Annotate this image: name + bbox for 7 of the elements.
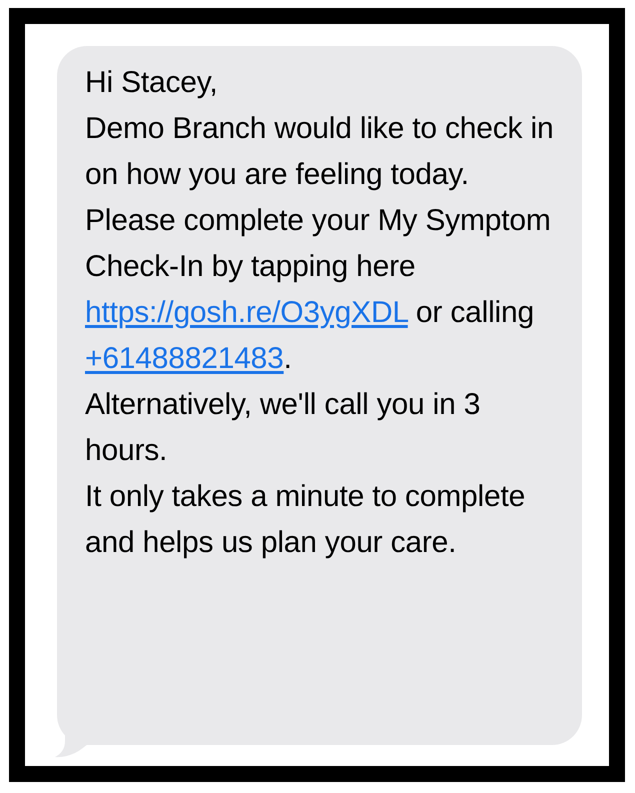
message-text: Demo Branch would like to check in on how you are feeling today.	[85, 111, 554, 193]
message-text: It only takes a minute to complete and helps us plan your care.	[85, 479, 526, 561]
message-text: Hi Stacey,	[85, 65, 218, 101]
message-text: Alternatively, we'll call you in 3 hours.	[85, 387, 482, 469]
link[interactable]: https://gosh.re/O3ygXDL	[85, 296, 408, 329]
message-text: Please complete your My Symptom Check-In by tapping here https://gosh.re/O3ygXDL or calling +61488821483.	[85, 203, 552, 377]
phone-link[interactable]: +61488821483	[85, 342, 284, 375]
